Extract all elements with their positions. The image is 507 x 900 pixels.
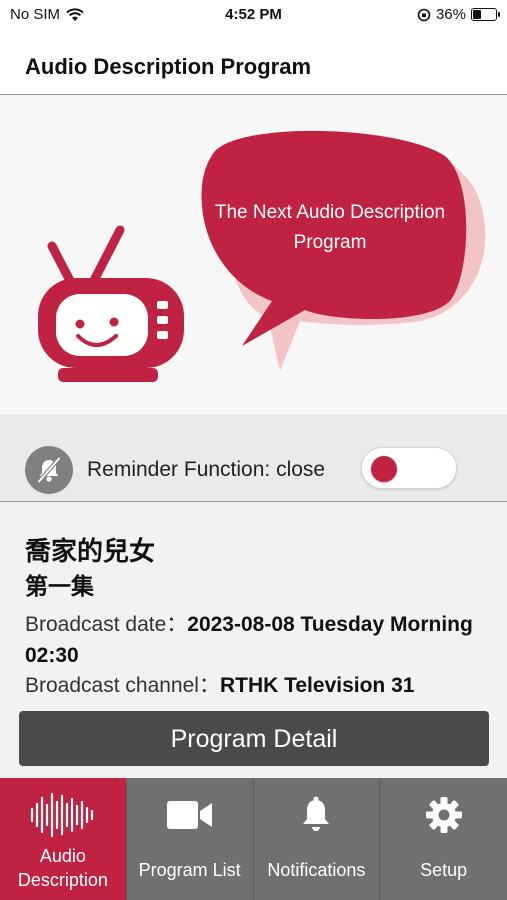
tab-program-list[interactable]: Program List bbox=[127, 778, 254, 900]
broadcast-channel-value: RTHK Television 31 bbox=[219, 674, 415, 697]
bell-icon bbox=[303, 796, 330, 831]
orientation-lock-icon bbox=[417, 8, 431, 21]
bubble-line-2: Program bbox=[293, 232, 367, 253]
sound-wave-icon bbox=[30, 792, 93, 838]
program-info: 喬家的兒女 第一集 Broadcast date：2023-08-08 Tues… bbox=[0, 503, 507, 778]
tab-setup[interactable]: Setup bbox=[380, 778, 507, 900]
video-camera-icon bbox=[166, 801, 212, 829]
reminder-label: Reminder Function: close bbox=[87, 458, 326, 481]
battery-icon bbox=[471, 8, 500, 21]
status-bar: No SIM 4:52 PM 36% bbox=[0, 0, 507, 30]
reminder-row: Reminder Function: close bbox=[0, 414, 507, 502]
tab-notifications[interactable]: Notifications bbox=[254, 778, 381, 900]
tab-label: Notifications bbox=[267, 860, 366, 880]
program-title: 喬家的兒女 bbox=[25, 536, 156, 566]
tab-label: Audio Description bbox=[17, 846, 108, 890]
bubble-text: The Next Audio Description Program bbox=[200, 198, 460, 258]
reminder-toggle[interactable] bbox=[361, 447, 457, 489]
tab-bar: Audio Description Program List Notificat… bbox=[0, 778, 507, 900]
page-title: Audio Description Program bbox=[25, 54, 312, 79]
program-detail-button[interactable]: Program Detail bbox=[19, 711, 489, 766]
broadcast-date-label: Broadcast date： bbox=[25, 613, 188, 636]
battery-percent: 36% bbox=[435, 6, 466, 23]
tab-label: Setup bbox=[420, 860, 468, 880]
tv-mascot-icon bbox=[38, 225, 184, 382]
broadcast-channel: Broadcast channel：RTHK Television 31 bbox=[25, 670, 485, 701]
broadcast-channel-label: Broadcast channel： bbox=[25, 674, 220, 697]
bell-off-icon bbox=[25, 446, 73, 494]
tab-audio-description[interactable]: Audio Description bbox=[0, 778, 127, 900]
broadcast-date: Broadcast date：2023-08-08 Tuesday Mornin… bbox=[25, 609, 485, 671]
gear-icon bbox=[425, 797, 462, 833]
app-header: Audio Description Program bbox=[0, 30, 507, 95]
hero-banner: The Next Audio Description Program bbox=[0, 96, 507, 414]
program-episode: 第一集 bbox=[25, 573, 94, 599]
bubble-line-1: The Next Audio Description bbox=[214, 202, 446, 223]
toggle-knob bbox=[371, 456, 397, 482]
tab-label: Program List bbox=[138, 860, 241, 880]
